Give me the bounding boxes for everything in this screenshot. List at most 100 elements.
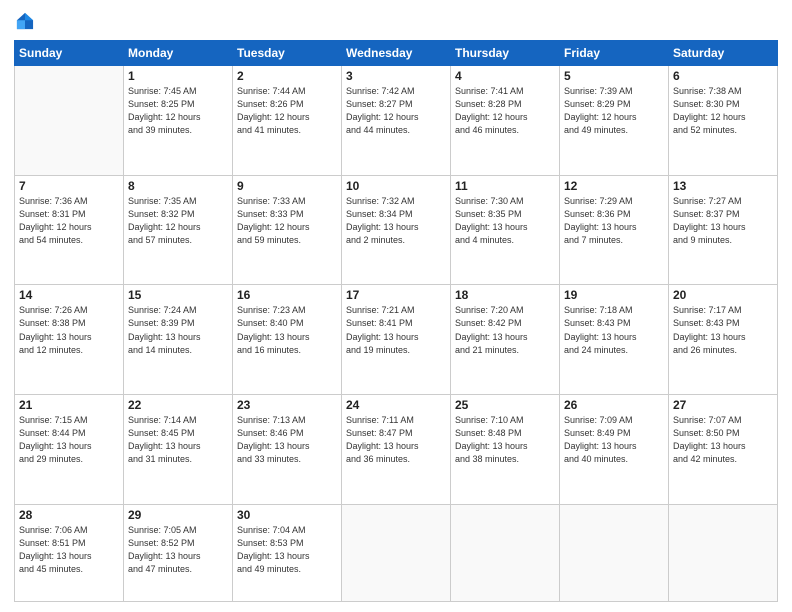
day-info: Sunrise: 7:45 AM Sunset: 8:25 PM Dayligh… xyxy=(128,85,228,137)
day-number: 24 xyxy=(346,398,446,412)
day-info: Sunrise: 7:26 AM Sunset: 8:38 PM Dayligh… xyxy=(19,304,119,356)
day-number: 1 xyxy=(128,69,228,83)
day-number: 30 xyxy=(237,508,337,522)
day-info: Sunrise: 7:20 AM Sunset: 8:42 PM Dayligh… xyxy=(455,304,555,356)
day-number: 20 xyxy=(673,288,773,302)
day-number: 4 xyxy=(455,69,555,83)
day-cell: 27Sunrise: 7:07 AM Sunset: 8:50 PM Dayli… xyxy=(669,395,778,505)
day-cell: 30 Sunrise: 7:04 AM Sunset: 8:53 PM Dayli… xyxy=(233,504,342,601)
day-cell: 29 Sunrise: 7:05 AM Sunset: 8:52 PM Dayli… xyxy=(124,504,233,601)
day-cell: 16 Sunrise: 7:23 AM Sunset: 8:40 PM Dayli… xyxy=(233,285,342,395)
day-info: Sunrise: 7:18 AM Sunset: 8:43 PM Dayligh… xyxy=(564,304,664,356)
day-info: Sunrise: 7:04 AM Sunset: 8:53 PM Dayligh… xyxy=(237,524,337,576)
column-header-tuesday: Tuesday xyxy=(233,41,342,66)
day-info: Sunrise: 7:06 AM Sunset: 8:51 PM Dayligh… xyxy=(19,524,119,576)
day-info: Sunrise: 7:13 AM Sunset: 8:46 PM Dayligh… xyxy=(237,414,337,466)
day-cell: 2 Sunrise: 7:44 AM Sunset: 8:26 PM Daylig… xyxy=(233,66,342,176)
day-number: 28 xyxy=(19,508,119,522)
day-cell: 20 Sunrise: 7:17 AM Sunset: 8:43 PM Dayli… xyxy=(669,285,778,395)
day-info: Sunrise: 7:39 AM Sunset: 8:29 PM Dayligh… xyxy=(564,85,664,137)
day-cell: 4Sunrise: 7:41 AM Sunset: 8:28 PM Daylig… xyxy=(451,66,560,176)
day-number: 8 xyxy=(128,179,228,193)
day-info: Sunrise: 7:44 AM Sunset: 8:26 PM Dayligh… xyxy=(237,85,337,137)
day-info: Sunrise: 7:35 AM Sunset: 8:32 PM Dayligh… xyxy=(128,195,228,247)
week-row-5: 28 Sunrise: 7:06 AM Sunset: 8:51 PM Dayli… xyxy=(15,504,778,601)
day-info: Sunrise: 7:23 AM Sunset: 8:40 PM Dayligh… xyxy=(237,304,337,356)
calendar-table: SundayMondayTuesdayWednesdayThursdayFrid… xyxy=(14,40,778,602)
day-cell xyxy=(669,504,778,601)
day-cell: 8 Sunrise: 7:35 AM Sunset: 8:32 PM Daylig… xyxy=(124,175,233,285)
day-cell: 12 Sunrise: 7:29 AM Sunset: 8:36 PM Dayli… xyxy=(560,175,669,285)
day-number: 17 xyxy=(346,288,446,302)
day-cell: 23 Sunrise: 7:13 AM Sunset: 8:46 PM Dayli… xyxy=(233,395,342,505)
day-cell: 18 Sunrise: 7:20 AM Sunset: 8:42 PM Dayli… xyxy=(451,285,560,395)
day-cell: 15 Sunrise: 7:24 AM Sunset: 8:39 PM Dayli… xyxy=(124,285,233,395)
day-info: Sunrise: 7:09 AM Sunset: 8:49 PM Dayligh… xyxy=(564,414,664,466)
day-cell: 1 Sunrise: 7:45 AM Sunset: 8:25 PM Daylig… xyxy=(124,66,233,176)
day-cell: 26 Sunrise: 7:09 AM Sunset: 8:49 PM Dayli… xyxy=(560,395,669,505)
day-cell: 7 Sunrise: 7:36 AM Sunset: 8:31 PM Daylig… xyxy=(15,175,124,285)
day-cell: 25 Sunrise: 7:10 AM Sunset: 8:48 PM Dayli… xyxy=(451,395,560,505)
day-cell: 11Sunrise: 7:30 AM Sunset: 8:35 PM Dayli… xyxy=(451,175,560,285)
day-info: Sunrise: 7:11 AM Sunset: 8:47 PM Dayligh… xyxy=(346,414,446,466)
day-number: 13 xyxy=(673,179,773,193)
column-header-thursday: Thursday xyxy=(451,41,560,66)
day-info: Sunrise: 7:29 AM Sunset: 8:36 PM Dayligh… xyxy=(564,195,664,247)
day-cell: 14 Sunrise: 7:26 AM Sunset: 8:38 PM Dayli… xyxy=(15,285,124,395)
day-number: 12 xyxy=(564,179,664,193)
day-info: Sunrise: 7:15 AM Sunset: 8:44 PM Dayligh… xyxy=(19,414,119,466)
day-info: Sunrise: 7:05 AM Sunset: 8:52 PM Dayligh… xyxy=(128,524,228,576)
day-cell: 5 Sunrise: 7:39 AM Sunset: 8:29 PM Daylig… xyxy=(560,66,669,176)
day-cell: 13 Sunrise: 7:27 AM Sunset: 8:37 PM Dayli… xyxy=(669,175,778,285)
day-number: 26 xyxy=(564,398,664,412)
day-number: 22 xyxy=(128,398,228,412)
day-number: 6 xyxy=(673,69,773,83)
day-cell: 24 Sunrise: 7:11 AM Sunset: 8:47 PM Dayli… xyxy=(342,395,451,505)
week-row-2: 7 Sunrise: 7:36 AM Sunset: 8:31 PM Daylig… xyxy=(15,175,778,285)
day-cell: 9Sunrise: 7:33 AM Sunset: 8:33 PM Daylig… xyxy=(233,175,342,285)
day-cell: 3 Sunrise: 7:42 AM Sunset: 8:27 PM Daylig… xyxy=(342,66,451,176)
day-info: Sunrise: 7:10 AM Sunset: 8:48 PM Dayligh… xyxy=(455,414,555,466)
day-info: Sunrise: 7:17 AM Sunset: 8:43 PM Dayligh… xyxy=(673,304,773,356)
week-row-1: 1 Sunrise: 7:45 AM Sunset: 8:25 PM Daylig… xyxy=(15,66,778,176)
column-header-sunday: Sunday xyxy=(15,41,124,66)
header xyxy=(14,10,778,32)
logo xyxy=(14,10,40,32)
day-cell: 21Sunrise: 7:15 AM Sunset: 8:44 PM Dayli… xyxy=(15,395,124,505)
day-info: Sunrise: 7:14 AM Sunset: 8:45 PM Dayligh… xyxy=(128,414,228,466)
day-number: 14 xyxy=(19,288,119,302)
day-cell xyxy=(451,504,560,601)
calendar-header-row: SundayMondayTuesdayWednesdayThursdayFrid… xyxy=(15,41,778,66)
day-info: Sunrise: 7:24 AM Sunset: 8:39 PM Dayligh… xyxy=(128,304,228,356)
day-number: 2 xyxy=(237,69,337,83)
day-number: 23 xyxy=(237,398,337,412)
day-info: Sunrise: 7:27 AM Sunset: 8:37 PM Dayligh… xyxy=(673,195,773,247)
week-row-4: 21Sunrise: 7:15 AM Sunset: 8:44 PM Dayli… xyxy=(15,395,778,505)
day-info: Sunrise: 7:36 AM Sunset: 8:31 PM Dayligh… xyxy=(19,195,119,247)
column-header-monday: Monday xyxy=(124,41,233,66)
column-header-saturday: Saturday xyxy=(669,41,778,66)
day-cell: 19 Sunrise: 7:18 AM Sunset: 8:43 PM Dayli… xyxy=(560,285,669,395)
day-cell: 22 Sunrise: 7:14 AM Sunset: 8:45 PM Dayli… xyxy=(124,395,233,505)
page: SundayMondayTuesdayWednesdayThursdayFrid… xyxy=(0,0,792,612)
day-info: Sunrise: 7:38 AM Sunset: 8:30 PM Dayligh… xyxy=(673,85,773,137)
logo-icon xyxy=(14,10,36,32)
day-number: 10 xyxy=(346,179,446,193)
day-number: 19 xyxy=(564,288,664,302)
day-cell: 17Sunrise: 7:21 AM Sunset: 8:41 PM Dayli… xyxy=(342,285,451,395)
day-info: Sunrise: 7:07 AM Sunset: 8:50 PM Dayligh… xyxy=(673,414,773,466)
column-header-friday: Friday xyxy=(560,41,669,66)
column-header-wednesday: Wednesday xyxy=(342,41,451,66)
day-number: 5 xyxy=(564,69,664,83)
day-number: 16 xyxy=(237,288,337,302)
day-info: Sunrise: 7:42 AM Sunset: 8:27 PM Dayligh… xyxy=(346,85,446,137)
day-cell xyxy=(342,504,451,601)
day-number: 15 xyxy=(128,288,228,302)
day-number: 7 xyxy=(19,179,119,193)
day-number: 3 xyxy=(346,69,446,83)
day-cell: 28 Sunrise: 7:06 AM Sunset: 8:51 PM Dayli… xyxy=(15,504,124,601)
day-number: 25 xyxy=(455,398,555,412)
day-cell: 6 Sunrise: 7:38 AM Sunset: 8:30 PM Daylig… xyxy=(669,66,778,176)
day-number: 29 xyxy=(128,508,228,522)
day-number: 18 xyxy=(455,288,555,302)
